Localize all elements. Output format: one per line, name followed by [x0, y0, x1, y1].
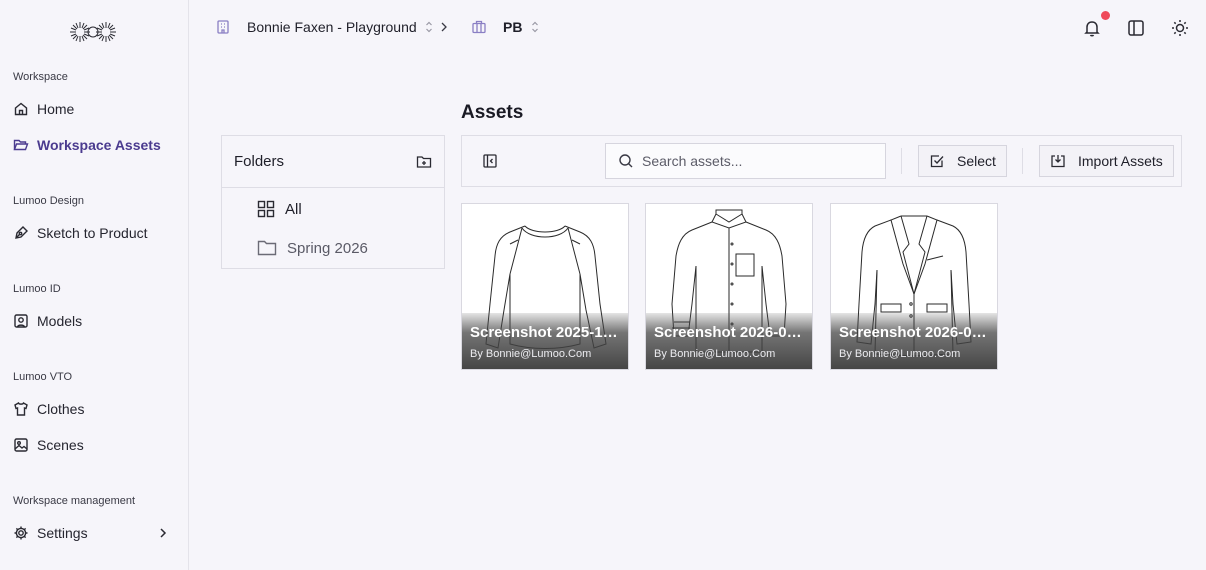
sidebar-item-label: Settings	[37, 525, 88, 541]
sidebar-item-workspace-assets[interactable]: Workspace Assets	[13, 134, 178, 156]
chevron-right-icon	[160, 528, 167, 538]
asset-title: Screenshot 2026-01-...	[654, 324, 804, 341]
page-title: Assets	[461, 102, 524, 123]
import-assets-label: Import Assets	[1078, 153, 1163, 169]
notification-dot	[1101, 11, 1110, 20]
asset-title: Screenshot 2026-01-...	[839, 324, 989, 341]
import-assets-button[interactable]: Import Assets	[1039, 145, 1174, 177]
folder-icon	[257, 240, 277, 256]
folders-header: Folders	[222, 136, 444, 188]
sidebar-item-scenes[interactable]: Scenes	[13, 434, 178, 456]
sidebar-item-label: Models	[37, 313, 83, 329]
section-label-workspace: Workspace	[13, 71, 68, 83]
asset-title: Screenshot 2025-10-...	[470, 324, 620, 341]
user-square-icon	[14, 314, 28, 328]
building-icon	[217, 20, 229, 34]
gear-icon	[14, 526, 28, 540]
sidebar-item-label: Sketch to Product	[37, 225, 148, 241]
toolbar-divider	[901, 148, 902, 174]
sidebar-item-label: Scenes	[37, 437, 84, 453]
bell-icon[interactable]	[1082, 18, 1102, 38]
home-icon	[14, 102, 28, 116]
sidebar: Workspace Home Workspace Assets Lumoo De…	[0, 0, 189, 570]
project-name: PB	[503, 19, 523, 35]
asset-author: By Bonnie@Lumoo.Com	[470, 348, 592, 360]
collapse-panel-icon[interactable]	[483, 154, 497, 168]
lumoo-logo	[70, 22, 116, 42]
folder-open-icon	[13, 139, 29, 151]
chevron-updown-icon	[532, 21, 539, 33]
search-input[interactable]	[642, 153, 872, 169]
workspace-switcher[interactable]: Bonnie Faxen - Playground	[215, 17, 434, 37]
pen-tool-icon	[15, 226, 28, 239]
sidebar-item-label: Workspace Assets	[37, 137, 161, 153]
section-label-lumoo-vto: Lumoo VTO	[13, 371, 73, 383]
briefcase-icon	[472, 20, 486, 34]
image-icon	[14, 438, 28, 452]
breadcrumb-separator-icon	[441, 22, 447, 32]
asset-card[interactable]: Screenshot 2026-01-... By Bonnie@Lumoo.C…	[830, 203, 998, 370]
card-overlay	[831, 313, 997, 369]
section-label-lumoo-id: Lumoo ID	[13, 283, 61, 295]
sidebar-item-home[interactable]: Home	[13, 98, 178, 120]
folder-label: Spring 2026	[287, 239, 368, 257]
assets-toolbar: Select Import Assets	[461, 135, 1182, 187]
checkbox-icon	[930, 155, 944, 168]
sidebar-item-settings[interactable]: Settings	[13, 522, 178, 544]
sidebar-toggle-icon[interactable]	[1126, 18, 1146, 38]
folders-panel: Folders All Spring 2026	[221, 135, 445, 269]
asset-card[interactable]: Screenshot 2025-10-... By Bonnie@Lumoo.C…	[461, 203, 629, 370]
folder-item-spring-2026[interactable]: Spring 2026	[257, 235, 368, 261]
sidebar-item-clothes[interactable]: Clothes	[13, 398, 178, 420]
card-overlay	[646, 313, 812, 369]
select-button-label: Select	[957, 153, 996, 169]
card-overlay	[462, 313, 628, 369]
new-folder-icon[interactable]	[416, 154, 432, 170]
sidebar-item-models[interactable]: Models	[13, 310, 178, 332]
search-icon	[619, 154, 633, 168]
sidebar-item-label: Clothes	[37, 401, 85, 417]
folders-title: Folders	[234, 153, 285, 170]
download-tray-icon	[1051, 155, 1065, 168]
workspace-name: Bonnie Faxen - Playground	[247, 19, 417, 35]
sun-icon[interactable]	[1170, 18, 1190, 38]
sidebar-item-sketch-to-product[interactable]: Sketch to Product	[13, 222, 178, 244]
folder-label: All	[285, 200, 302, 218]
select-button[interactable]: Select	[918, 145, 1007, 177]
chevron-updown-icon	[425, 21, 432, 33]
asset-card[interactable]: Screenshot 2026-01-... By Bonnie@Lumoo.C…	[645, 203, 813, 370]
grid-icon	[257, 200, 275, 218]
asset-author: By Bonnie@Lumoo.Com	[839, 348, 961, 360]
asset-author: By Bonnie@Lumoo.Com	[654, 348, 776, 360]
search-box[interactable]	[605, 143, 886, 179]
folder-item-all[interactable]: All	[257, 196, 302, 222]
sidebar-item-label: Home	[37, 101, 75, 117]
shirt-icon	[14, 401, 28, 416]
section-label-lumoo-design: Lumoo Design	[13, 195, 84, 207]
project-switcher[interactable]: PB	[471, 17, 540, 37]
section-label-workspace-management: Workspace management	[13, 495, 136, 507]
toolbar-divider	[1022, 148, 1023, 174]
